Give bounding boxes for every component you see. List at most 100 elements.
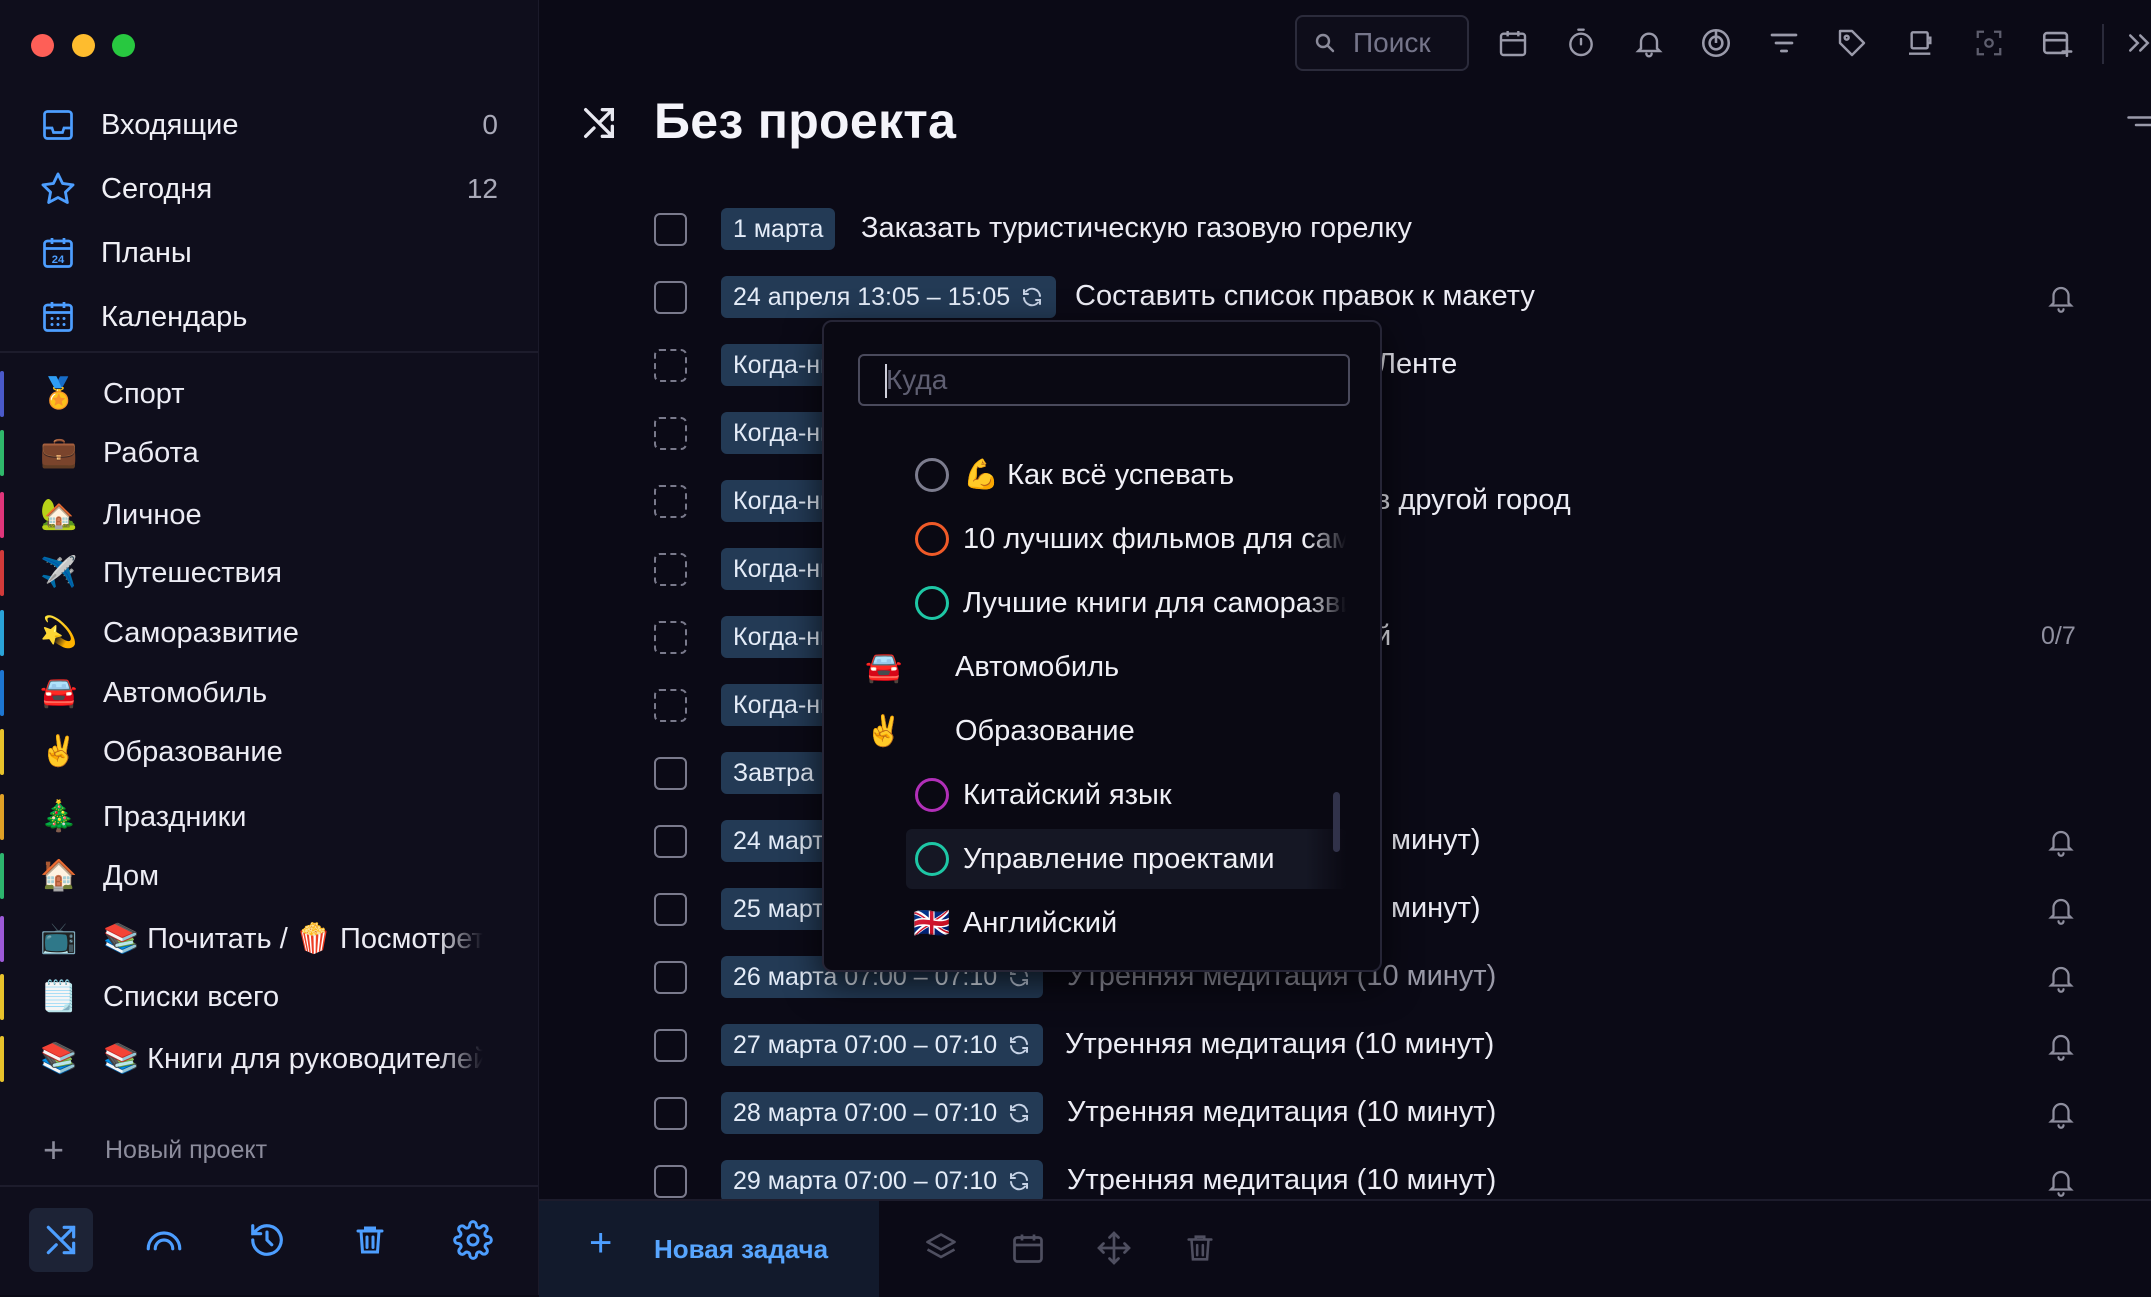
task-checkbox[interactable] [654, 689, 687, 722]
task-date-chip[interactable]: 24 апреля 13:05 – 15:05 [721, 276, 1057, 318]
bell-icon[interactable] [2046, 1029, 2076, 1063]
project-item[interactable]: 📚 📚 Книги для руководителей [0, 1030, 538, 1088]
task-checkbox[interactable] [654, 621, 687, 654]
new-project-button[interactable]: + Новый проект [0, 1120, 538, 1180]
task-checkbox[interactable] [654, 1165, 687, 1198]
overview-button[interactable] [132, 1208, 196, 1272]
nav-item-3[interactable]: Календарь [0, 286, 538, 348]
bell-icon[interactable] [2046, 893, 2076, 927]
text-fade [1258, 701, 1298, 761]
project-emoji-icon: 🎄 [40, 800, 78, 833]
project-item[interactable]: 📺 📚 Почитать / 🍿 Посмотреть [0, 910, 538, 968]
bell-icon[interactable] [2046, 1097, 2076, 1131]
move-destination-input[interactable] [858, 354, 1350, 406]
move-option[interactable]: Лучшие книги для саморазвития [906, 573, 1346, 633]
move-option[interactable]: 💪 Как всё успевать [906, 445, 1346, 505]
move-option[interactable]: 10 лучших фильмов для саморазвития [906, 509, 1346, 569]
bell-icon[interactable] [2046, 281, 2076, 315]
task-date-chip[interactable]: 27 марта 07:00 – 07:10 [721, 1024, 1044, 1066]
project-item[interactable]: 🚘 Автомобиль [0, 664, 538, 722]
toolbar-tags-button[interactable] [1829, 20, 1875, 66]
project-item[interactable]: ✌️ Образование [0, 723, 538, 781]
task-title[interactable]: Утренняя медитация (10 минут) [1067, 1164, 1496, 1197]
task-checkbox[interactable] [654, 485, 687, 518]
project-item[interactable]: 🏠 Дом [0, 847, 538, 905]
task-date-chip[interactable]: 29 марта 07:00 – 07:10 [721, 1160, 1044, 1202]
toolbar-filter-button[interactable] [1761, 20, 1807, 66]
task-title[interactable]: минут) [1391, 824, 1481, 857]
project-item[interactable]: 🏡 Личное [0, 486, 538, 544]
project-label: Списки всего [103, 980, 280, 1013]
move-option[interactable]: 🚘 Автомобиль [858, 637, 1298, 697]
bell-icon[interactable] [2046, 825, 2076, 859]
delete-button[interactable] [1177, 1225, 1223, 1271]
sort-options-icon[interactable] [2121, 110, 2151, 140]
toolbar-reminders-button[interactable] [1626, 20, 1672, 66]
task-title[interactable]: Составить список правок к макету [1075, 280, 1535, 313]
toolbar-coffee-button[interactable] [1898, 20, 1944, 66]
nav-item-0[interactable]: Входящие 0 [0, 94, 538, 156]
task-checkbox[interactable] [654, 893, 687, 926]
window-minimize-button[interactable] [72, 34, 95, 57]
toolbar-screenshot-button[interactable] [1966, 20, 2012, 66]
history-button[interactable] [235, 1208, 299, 1272]
move-option[interactable]: ✌️ Образование [858, 701, 1298, 761]
task-date-chip[interactable]: 28 марта 07:00 – 07:10 [721, 1092, 1044, 1134]
task-date-chip[interactable]: Завтра [721, 752, 826, 794]
task-checkbox[interactable] [654, 281, 687, 314]
toolbar-focus-button[interactable] [1693, 20, 1739, 66]
project-item[interactable]: ✈️ Путешествия [0, 544, 538, 602]
toolbar-calendar-button[interactable] [1490, 20, 1536, 66]
toolbar-timer-button[interactable] [1558, 20, 1604, 66]
trash-button[interactable] [338, 1208, 402, 1272]
task-checkbox[interactable] [654, 553, 687, 586]
task-checkbox[interactable] [654, 1029, 687, 1062]
bell-icon [1635, 32, 1663, 58]
toolbar-add-calendar-button[interactable] [2034, 20, 2080, 66]
settings-button[interactable] [441, 1208, 505, 1272]
bell-icon[interactable] [2046, 1165, 2076, 1199]
move-button[interactable] [1091, 1225, 1137, 1271]
task-row[interactable]: 27 марта 07:00 – 07:10 Утренняя медитация… [539, 1017, 2151, 1077]
task-title[interactable]: Утренняя медитация (10 минут) [1067, 1096, 1496, 1129]
move-option[interactable]: Китайский язык [906, 765, 1346, 825]
calendar-grid-icon [39, 298, 77, 336]
toolbar-expand-button[interactable] [2124, 20, 2151, 66]
search-box[interactable] [1295, 15, 1469, 71]
task-checkbox[interactable] [654, 1097, 687, 1130]
task-date-chip[interactable]: 1 марта [721, 208, 836, 250]
search-input[interactable] [1351, 26, 1465, 60]
project-item[interactable]: 🏅 Спорт [0, 365, 538, 423]
task-checkbox[interactable] [654, 349, 687, 382]
no-project-button[interactable] [29, 1208, 93, 1272]
nav-item-1[interactable]: Сегодня 12 [0, 158, 538, 220]
project-item[interactable]: 🎄 Праздники [0, 788, 538, 846]
popup-scrollbar[interactable] [1333, 792, 1340, 852]
task-title[interactable]: Ленте [1377, 348, 1457, 381]
task-row[interactable]: 28 марта 07:00 – 07:10 Утренняя медитация… [539, 1085, 2151, 1145]
bell-icon[interactable] [2046, 961, 2076, 995]
task-checkbox[interactable] [654, 825, 687, 858]
project-item[interactable]: 🗒️ Списки всего [0, 968, 538, 1026]
task-checkbox[interactable] [654, 757, 687, 790]
task-checkbox[interactable] [654, 213, 687, 246]
move-option[interactable]: Управление проектами [906, 829, 1346, 889]
task-title[interactable]: в другой город [1375, 484, 1571, 517]
nav-item-2[interactable]: 24 Планы [0, 222, 538, 284]
move-option-label: Управление проектами [963, 842, 1275, 875]
project-item[interactable]: 💼 Работа [0, 424, 538, 482]
task-title[interactable]: минут) [1391, 892, 1481, 925]
project-item[interactable]: 💫 Саморазвитие [0, 604, 538, 662]
schedule-button[interactable] [1005, 1225, 1051, 1271]
task-title[interactable]: Утренняя медитация (10 минут) [1065, 1028, 1494, 1061]
move-option[interactable]: 🇬🇧 Английский [906, 893, 1346, 953]
new-task-button[interactable]: + Новая задача [539, 1201, 879, 1297]
task-row[interactable]: 1 марта Заказать туристическую газовую го… [539, 201, 2151, 261]
task-checkbox[interactable] [654, 417, 687, 450]
task-title[interactable]: Заказать туристическую газовую горелку [861, 212, 1412, 245]
layers-button[interactable] [918, 1225, 964, 1271]
task-checkbox[interactable] [654, 961, 687, 994]
nav-item-count: 12 [466, 173, 498, 204]
window-zoom-button[interactable] [112, 34, 135, 57]
window-close-button[interactable] [31, 34, 54, 57]
